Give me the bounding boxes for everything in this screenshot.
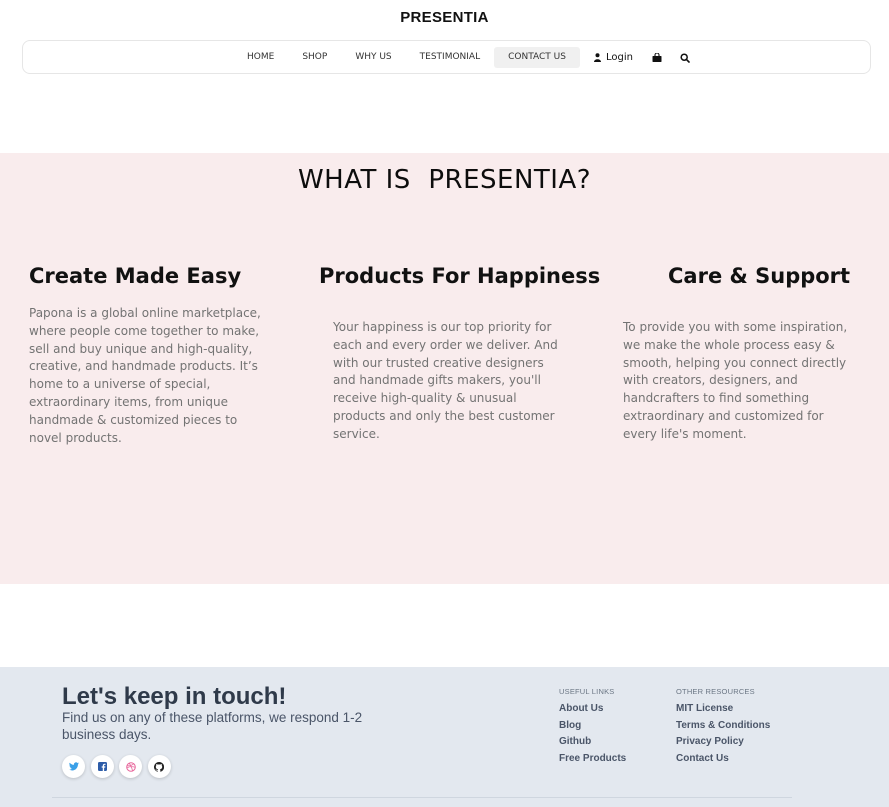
github-button[interactable] [147,755,171,778]
footer-subtitle: Find us on any of these platforms, we re… [62,710,363,742]
about-section: WHAT IS PRESENTIA? Create Made Easy Papo… [0,153,889,584]
footer-link-terms[interactable]: Terms & Conditions [676,718,770,735]
nav-shop[interactable]: SHOP [288,47,341,68]
nav-why-us[interactable]: WHY US [341,47,405,68]
useful-links: USEFUL LINKS About Us Blog Github Free P… [559,687,626,768]
feature-text-support: To provide you with some inspiration, we… [623,320,848,441]
footer-divider [52,797,792,798]
dribbble-button[interactable] [119,755,142,778]
feature-text-create: Papona is a global online marketplace, w… [29,306,261,445]
shopping-bag-icon [652,53,662,62]
feature-title-happiness: Products For Happiness [319,264,601,288]
twitter-icon [68,762,79,771]
facebook-icon [97,762,107,771]
footer-link-github[interactable]: Github [559,734,626,751]
nav-testimonial[interactable]: TESTIMONIAL [406,47,494,68]
twitter-button[interactable] [62,755,85,778]
github-icon [154,761,164,772]
footer-link-blog[interactable]: Blog [559,718,626,735]
brand-logo[interactable]: PRESENTIA [0,9,889,26]
footer-link-mit-license[interactable]: MIT License [676,701,770,718]
footer-title: Let's keep in touch! [62,683,287,710]
feature-text-happiness: Your happiness is our top priority for e… [333,320,558,441]
dribbble-icon [125,761,136,772]
login-label: Login [605,52,633,63]
other-resources: OTHER RESOURCES MIT License Terms & Cond… [676,687,770,768]
footer-link-privacy[interactable]: Privacy Policy [676,734,770,751]
nav-contact-us[interactable]: CONTACT US [494,47,580,68]
login-button[interactable]: Login [580,47,643,68]
nav-links: HOME SHOP WHY US TESTIMONIAL CONTACT US … [233,47,699,68]
useful-links-heading: USEFUL LINKS [559,687,615,696]
cart-button[interactable] [643,47,671,68]
other-resources-heading: OTHER RESOURCES [676,687,755,696]
about-title: WHAT IS PRESENTIA? [297,165,592,195]
footer-link-free-products[interactable]: Free Products [559,751,626,768]
footer-link-contact-us[interactable]: Contact Us [676,751,770,768]
social-links [62,755,176,778]
footer: Let's keep in touch! Find us on any of t… [0,667,889,807]
feature-title-create: Create Made Easy [29,264,242,288]
search-icon [680,52,690,63]
footer-link-about-us[interactable]: About Us [559,701,626,718]
nav-home[interactable]: HOME [233,47,288,68]
user-icon [593,53,601,62]
main-navbar: HOME SHOP WHY US TESTIMONIAL CONTACT US … [22,40,871,74]
facebook-button[interactable] [90,755,114,778]
search-button[interactable] [671,47,699,68]
feature-title-support: Care & Support [668,264,851,288]
